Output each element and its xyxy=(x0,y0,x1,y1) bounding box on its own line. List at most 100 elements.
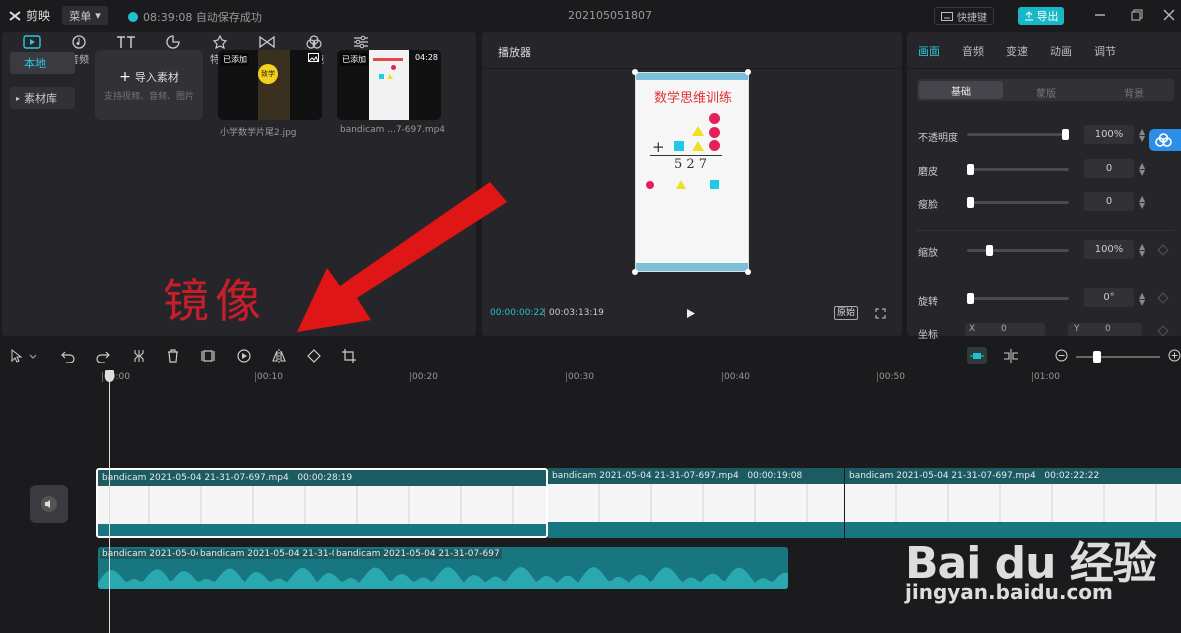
close-button[interactable] xyxy=(1162,8,1176,22)
split-icon xyxy=(134,350,144,362)
audio-clip-name: bandicam 2021-05-04 xyxy=(100,549,204,559)
chevron-down-icon: ▾ xyxy=(95,9,101,22)
x-label: X xyxy=(969,324,976,334)
slider-knob[interactable] xyxy=(967,164,974,175)
restore-icon xyxy=(1131,9,1143,21)
ruler-label: 00:20 xyxy=(412,372,438,382)
segment-background[interactable]: 背景 xyxy=(1124,85,1144,100)
position-y-field[interactable]: Y0 xyxy=(1068,323,1142,336)
tab-prop-audio[interactable]: 音频 xyxy=(962,43,984,59)
undo-icon xyxy=(61,351,75,363)
export-button[interactable]: 导出 xyxy=(1018,7,1064,25)
media-filename: 小学数学片尾2.jpg xyxy=(220,128,297,138)
check-icon xyxy=(128,12,138,22)
shortcut-button[interactable]: 快捷键 xyxy=(934,7,994,25)
position-x-field[interactable]: X0 xyxy=(965,323,1045,336)
video-number-text: 5 2 7 xyxy=(674,157,708,172)
resize-handle[interactable] xyxy=(745,269,751,275)
sticker-icon xyxy=(166,35,180,49)
import-media-button[interactable]: + 导入素材 支持视频、音频、图片 xyxy=(95,50,203,120)
slider-knob[interactable] xyxy=(967,197,974,208)
total-timecode: 00:03:13:19 xyxy=(549,308,604,318)
rotate-slider[interactable] xyxy=(967,293,1069,304)
segment-basic[interactable]: 基础 xyxy=(919,81,1003,99)
select-tool-button[interactable] xyxy=(10,349,36,363)
opacity-slider[interactable] xyxy=(967,129,1069,140)
smooth-value[interactable]: 0 xyxy=(1084,159,1134,178)
cloud-button[interactable] xyxy=(1149,129,1181,151)
zoom-out-button[interactable] xyxy=(1055,349,1068,362)
y-label: Y xyxy=(1074,324,1080,334)
aspect-ratio-button[interactable]: 原始 xyxy=(834,306,859,320)
video-clip[interactable]: bandicam 2021-05-04 21-31-07-697.mp4 00:… xyxy=(96,468,548,538)
slider-knob[interactable] xyxy=(1062,129,1069,140)
sidebar-item-local[interactable]: 本地 xyxy=(10,52,75,74)
play-button[interactable] xyxy=(686,308,696,319)
undo-button[interactable] xyxy=(61,349,75,363)
cursor-icon xyxy=(11,349,36,363)
smooth-slider[interactable] xyxy=(967,164,1069,175)
reverse-button[interactable] xyxy=(237,349,251,363)
slider-knob[interactable] xyxy=(1093,351,1101,363)
tab-prop-adjust[interactable]: 调节 xyxy=(1094,43,1116,59)
opacity-value[interactable]: 100% xyxy=(1084,125,1134,144)
slim-slider[interactable] xyxy=(967,197,1069,208)
stepper-icon[interactable]: ▲ ▼ xyxy=(1139,195,1145,210)
cloud-icon xyxy=(1155,133,1172,147)
delete-button[interactable] xyxy=(167,349,179,363)
audio-waveform xyxy=(98,567,788,589)
stepper-icon[interactable]: ▲ ▼ xyxy=(1139,162,1145,177)
slim-value[interactable]: 0 xyxy=(1084,192,1134,211)
sidebar-item-library[interactable]: ▸ 素材库 xyxy=(10,87,75,109)
mirror-button[interactable] xyxy=(272,349,286,363)
rotate-button[interactable] xyxy=(307,349,321,363)
crop-icon xyxy=(342,349,356,363)
auto-snap-button[interactable] xyxy=(967,347,987,364)
zoom-in-button[interactable] xyxy=(1168,349,1181,362)
rotate-value[interactable]: 0° xyxy=(1084,288,1134,307)
x-value: 0 xyxy=(1001,324,1007,334)
video-preview[interactable]: 数学思维训练 + 5 2 7 xyxy=(635,72,749,272)
resize-handle[interactable] xyxy=(632,269,638,275)
stepper-icon[interactable]: ▲ ▼ xyxy=(1139,292,1145,307)
media-thumbnail[interactable]: 致学 已添加 xyxy=(218,50,322,120)
audio-clip[interactable]: bandicam 2021-05-04 bandicam 2021-05-04 … xyxy=(98,547,788,589)
scale-slider[interactable] xyxy=(967,245,1069,256)
playhead-line[interactable] xyxy=(109,370,110,633)
stepper-icon[interactable]: ▲ ▼ xyxy=(1139,243,1145,258)
menu-button[interactable]: 菜单 ▾ xyxy=(62,6,108,25)
track-mute-button[interactable] xyxy=(30,485,68,523)
crop-button[interactable] xyxy=(342,349,356,363)
segment-mask[interactable]: 蒙版 xyxy=(1036,85,1056,100)
tab-speed[interactable]: 变速 xyxy=(1006,43,1028,59)
import-title: 导入素材 xyxy=(134,70,179,84)
tab-canvas[interactable]: 画面 xyxy=(918,43,940,59)
maximize-button[interactable] xyxy=(1130,8,1144,22)
ruler-label: 00:50 xyxy=(879,372,905,382)
resize-handle[interactable] xyxy=(632,69,638,75)
added-badge: 已添加 xyxy=(221,53,249,66)
redo-button[interactable] xyxy=(96,349,110,363)
scale-value[interactable]: 100% xyxy=(1084,240,1134,259)
video-clip[interactable]: bandicam 2021-05-04 21-31-07-697.mp4 00:… xyxy=(548,468,844,538)
slider-knob[interactable] xyxy=(986,245,993,256)
split-button[interactable] xyxy=(133,349,145,363)
linkage-button[interactable] xyxy=(1003,349,1019,363)
fullscreen-button[interactable] xyxy=(875,308,886,319)
clip-header: bandicam 2021-05-04 21-31-07-697.mp4 00:… xyxy=(548,468,844,484)
playhead-handle[interactable] xyxy=(105,370,114,382)
media-icon xyxy=(23,35,41,49)
text-icon xyxy=(117,36,135,48)
minimize-button[interactable] xyxy=(1093,8,1107,22)
smooth-label: 磨皮 xyxy=(918,167,938,178)
ruler-tick xyxy=(102,372,103,382)
stepper-icon[interactable]: ▲ ▼ xyxy=(1139,128,1145,143)
resize-handle[interactable] xyxy=(745,69,751,75)
freeze-frame-button[interactable] xyxy=(201,349,215,363)
keyboard-icon xyxy=(941,11,953,21)
ruler-label: 00:40 xyxy=(724,372,750,382)
media-thumbnail[interactable]: 已添加 04:28 xyxy=(337,50,441,120)
slider-knob[interactable] xyxy=(967,293,974,304)
zoom-slider[interactable] xyxy=(1076,351,1160,363)
tab-animation[interactable]: 动画 xyxy=(1050,43,1072,59)
